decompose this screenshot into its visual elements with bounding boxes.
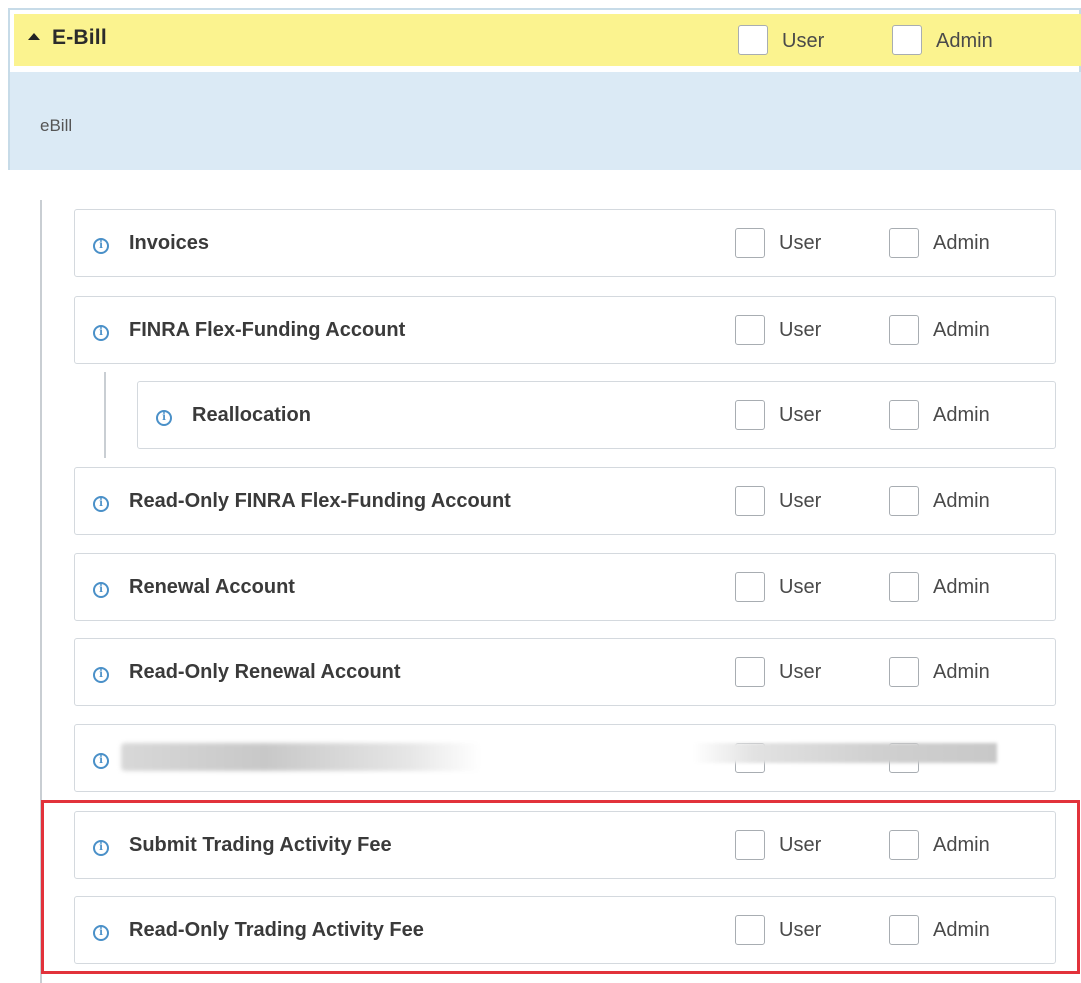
invoices-user-checkbox[interactable] [735, 228, 765, 258]
readonly-flex-funding-admin-checkbox[interactable] [889, 486, 919, 516]
admin-label: Admin [933, 576, 990, 598]
user-label: User [779, 576, 822, 598]
info-icon[interactable]: i [93, 925, 109, 941]
section-user-checkbox[interactable] [738, 25, 768, 55]
permission-row-reallocation: i Reallocation User Admin [137, 381, 1056, 449]
permission-label: Renewal Account [129, 576, 295, 598]
readonly-taf-admin-checkbox[interactable] [889, 915, 919, 945]
permission-label: Read-Only FINRA Flex-Funding Account [129, 490, 511, 512]
user-label: User [779, 319, 822, 341]
redacted-label [121, 743, 481, 771]
info-icon[interactable]: i [93, 496, 109, 512]
user-label: User [779, 919, 822, 941]
permission-label: Submit Trading Activity Fee [129, 834, 392, 856]
tree-connector-line [40, 200, 42, 983]
info-icon[interactable]: i [93, 667, 109, 683]
reallocation-admin-checkbox[interactable] [889, 400, 919, 430]
readonly-renewal-user-checkbox[interactable] [735, 657, 765, 687]
permission-label: Invoices [129, 232, 210, 254]
readonly-flex-funding-user-checkbox[interactable] [735, 486, 765, 516]
section-admin-label: Admin [936, 30, 993, 52]
readonly-renewal-admin-checkbox[interactable] [889, 657, 919, 687]
readonly-taf-user-checkbox[interactable] [735, 915, 765, 945]
section-user-label: User [782, 30, 825, 52]
submit-taf-user-checkbox[interactable] [735, 830, 765, 860]
ebill-permissions-panel: E-Bill User Admin eBill i Invoices User … [0, 0, 1081, 983]
permission-row-readonly-taf: i Read-Only Trading Activity Fee User Ad… [74, 896, 1056, 964]
flex-funding-admin-checkbox[interactable] [889, 315, 919, 345]
admin-label: Admin [933, 490, 990, 512]
admin-label: Admin [933, 834, 990, 856]
renewal-user-checkbox[interactable] [735, 572, 765, 602]
info-icon[interactable]: i [93, 840, 109, 856]
subheader-label: eBill [40, 116, 73, 135]
tree-connector-line-nested [104, 372, 106, 458]
user-label: User [779, 834, 822, 856]
user-label: User [779, 490, 822, 512]
admin-label: Admin [933, 404, 990, 426]
admin-label: Admin [933, 919, 990, 941]
submit-taf-admin-checkbox[interactable] [889, 830, 919, 860]
section-title: E-Bill [52, 26, 107, 49]
permission-row-submit-taf: i Submit Trading Activity Fee User Admin [74, 811, 1056, 879]
info-icon[interactable]: i [93, 753, 109, 769]
permission-row-invoices: i Invoices User Admin [74, 209, 1056, 277]
admin-label: Admin [933, 232, 990, 254]
user-label: User [779, 404, 822, 426]
permission-row-readonly-flex-funding: i Read-Only FINRA Flex-Funding Account U… [74, 467, 1056, 535]
invoices-admin-checkbox[interactable] [889, 228, 919, 258]
permission-label: Read-Only Renewal Account [129, 661, 401, 683]
permission-row-renewal-account: i Renewal Account User Admin [74, 553, 1056, 621]
permission-row-redacted: i [74, 724, 1056, 792]
info-icon[interactable]: i [156, 410, 172, 426]
permission-label: Reallocation [192, 404, 311, 426]
permission-row-flex-funding: i FINRA Flex-Funding Account User Admin [74, 296, 1056, 364]
user-label: User [779, 661, 822, 683]
flex-funding-user-checkbox[interactable] [735, 315, 765, 345]
caret-up-icon[interactable] [28, 33, 40, 40]
ebill-section-header[interactable]: E-Bill User Admin [14, 14, 1081, 66]
user-label: User [779, 232, 822, 254]
redaction-overlay [693, 743, 997, 763]
permission-label: FINRA Flex-Funding Account [129, 319, 406, 341]
info-icon[interactable]: i [93, 325, 109, 341]
info-icon[interactable]: i [93, 582, 109, 598]
info-icon[interactable]: i [93, 238, 109, 254]
permission-label: Read-Only Trading Activity Fee [129, 919, 424, 941]
section-admin-checkbox[interactable] [892, 25, 922, 55]
reallocation-user-checkbox[interactable] [735, 400, 765, 430]
ebill-subheader: eBill [8, 72, 1081, 170]
permission-row-readonly-renewal: i Read-Only Renewal Account User Admin [74, 638, 1056, 706]
admin-label: Admin [933, 661, 990, 683]
renewal-admin-checkbox[interactable] [889, 572, 919, 602]
admin-label: Admin [933, 319, 990, 341]
